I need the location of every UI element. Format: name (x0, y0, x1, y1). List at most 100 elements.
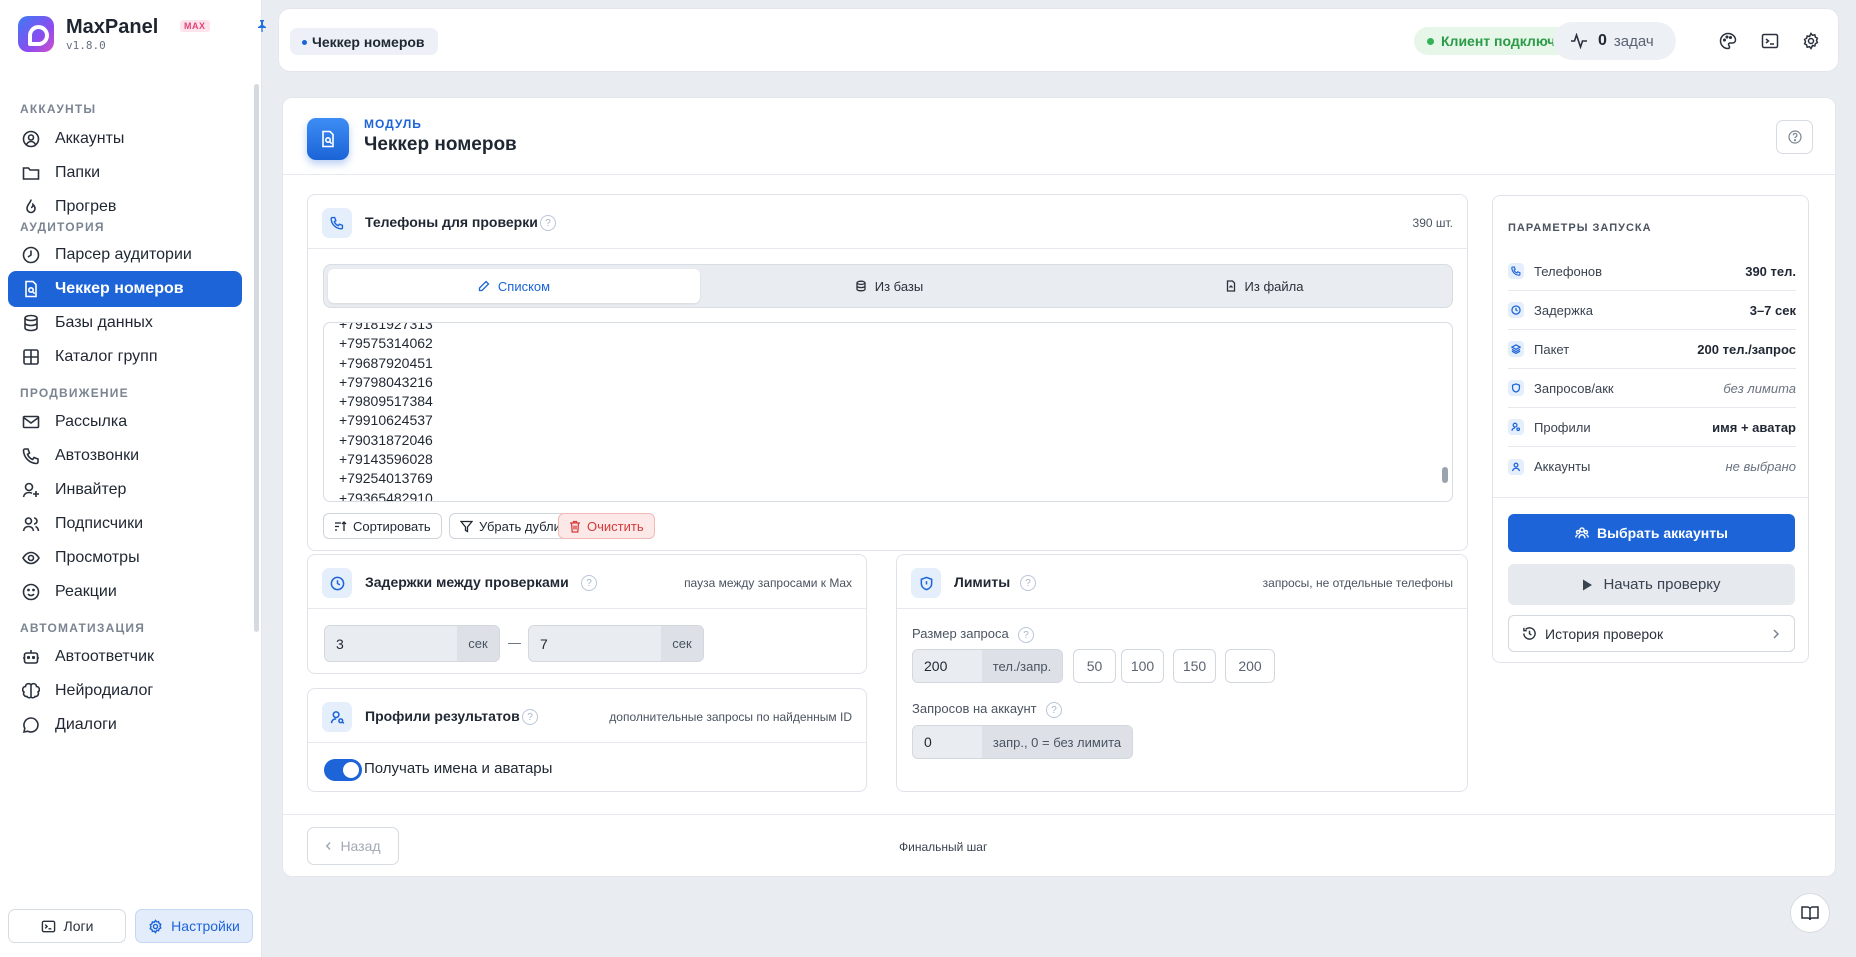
per-account-label: Запросов на аккаунт (912, 701, 1037, 716)
question-icon[interactable]: ? (522, 709, 538, 725)
tab-from-file[interactable]: Из файла (1078, 269, 1450, 303)
history-icon (22, 246, 40, 264)
database-icon (855, 280, 867, 292)
sort-button[interactable]: Сортировать (323, 513, 442, 539)
folder-icon (22, 164, 40, 182)
start-check-button[interactable]: Начать проверку (1508, 564, 1795, 605)
users-icon (22, 515, 40, 533)
question-icon[interactable]: ? (1018, 627, 1034, 643)
sidebar-item-label: Рассылка (55, 413, 128, 430)
sidebar-item-neurodialog[interactable]: Нейродиалог (8, 673, 242, 709)
check-history-button[interactable]: История проверок (1508, 615, 1795, 652)
request-size-label: Размер запроса (912, 626, 1009, 641)
nav-list[interactable]: АККАУНТЫ Аккаунты Папки Прогрев АУДИТОРИ… (0, 84, 262, 894)
sidebar-item-label: Подписчики (55, 515, 144, 532)
question-icon[interactable]: ? (1046, 702, 1062, 718)
terminal-icon[interactable] (1760, 31, 1780, 51)
chat-icon (22, 716, 40, 734)
module-label: МОДУЛЬ (364, 117, 422, 131)
select-accounts-button[interactable]: Выбрать аккаунты (1508, 514, 1795, 552)
question-icon[interactable]: ? (1020, 575, 1036, 591)
panel-title: Лимиты (954, 574, 1011, 590)
sidebar-item-folders[interactable]: Папки (8, 155, 242, 191)
preset-button[interactable]: 100 (1121, 649, 1164, 683)
sidebar-item-accounts[interactable]: Аккаунты (8, 121, 242, 157)
clock-icon (322, 568, 352, 598)
mail-send-icon (22, 413, 40, 431)
panel-title: Профили результатов (365, 708, 520, 724)
textarea-scrollbar[interactable] (1442, 467, 1448, 483)
sidebar-item-autocalls[interactable]: Автозвонки (8, 438, 242, 474)
phone-icon (22, 447, 40, 465)
phones-textarea[interactable]: +79181927313 +79575314062 +79687920451 +… (323, 322, 1453, 502)
sidebar-item-reactions[interactable]: Реакции (8, 574, 242, 610)
sidebar-item-subscribers[interactable]: Подписчики (8, 506, 242, 542)
shield-icon (911, 568, 941, 598)
activity-icon (1570, 33, 1588, 49)
profiles-panel: Профили результатов ? дополнительные зап… (307, 688, 867, 792)
module-header: МОДУЛЬ Чеккер номеров (283, 98, 1835, 175)
flame-icon (22, 198, 40, 216)
sidebar-item-groups-catalog[interactable]: Каталог групп (8, 339, 242, 375)
section-accounts: АККАУНТЫ (20, 102, 97, 116)
breadcrumb[interactable]: Чеккер номеров (290, 28, 438, 55)
sidebar-item-audience-parser[interactable]: Парсер аудитории (8, 237, 242, 273)
tab-from-database[interactable]: Из базы (703, 269, 1075, 303)
app-version: v1.8.0 (66, 39, 106, 52)
delay-max-field[interactable]: 7 сек (528, 625, 704, 662)
sidebar-scrollbar[interactable] (254, 84, 259, 632)
param-row: Пакет 200 тел./запрос (1508, 330, 1796, 369)
book-icon[interactable] (1790, 893, 1830, 933)
param-row: Запросов/акк без лимита (1508, 369, 1796, 408)
phone-line: +79181927313 (339, 322, 433, 332)
preset-button[interactable]: 50 (1073, 649, 1116, 683)
question-icon[interactable]: ? (581, 575, 597, 591)
sidebar-item-views[interactable]: Просмотры (8, 540, 242, 576)
toggle-label[interactable]: Получать имена и аватары (364, 760, 552, 777)
delay-min-field[interactable]: 3 сек (324, 625, 500, 662)
help-button[interactable] (1776, 120, 1813, 154)
gear-icon (148, 918, 163, 934)
wizard-footer: Назад Финальный шаг (283, 814, 1835, 877)
preset-button[interactable]: 200 (1225, 649, 1275, 683)
clock-icon (1508, 302, 1524, 318)
sidebar-item-dialogs[interactable]: Диалоги (8, 707, 242, 743)
smile-icon (22, 583, 40, 601)
section-audience: АУДИТОРИЯ (20, 220, 105, 234)
sidebar-item-autoresponder[interactable]: Автоответчик (8, 639, 242, 675)
per-account-field[interactable]: 0 запр., 0 = без лимита (912, 725, 1133, 759)
sidebar-item-number-checker[interactable]: Чеккер номеров (8, 271, 242, 307)
sidebar-item-label: Аккаунты (55, 130, 125, 147)
phones-count: 390 шт. (1412, 216, 1453, 230)
sidebar: MaxPanel MAX v1.8.0 АККАУНТЫ Аккаунты Па… (0, 0, 266, 957)
request-size-field[interactable]: 200 тел./запр. (912, 649, 1063, 683)
sidebar-item-label: Прогрев (55, 198, 117, 215)
phone-line: +79798043216 (339, 373, 433, 390)
pin-icon[interactable] (257, 20, 267, 35)
back-button[interactable]: Назад (307, 827, 399, 865)
settings-button[interactable]: Настройки (135, 909, 253, 943)
palette-icon[interactable] (1718, 31, 1738, 51)
tasks-button[interactable]: 0 задач (1553, 22, 1676, 60)
phone-line: +79910624537 (339, 412, 433, 429)
dedupe-button[interactable]: Убрать дубли (449, 513, 572, 539)
sidebar-item-mailing[interactable]: Рассылка (8, 404, 242, 440)
clear-button[interactable]: Очистить (558, 513, 655, 539)
play-icon (1582, 579, 1593, 591)
user-plus-icon (22, 481, 40, 499)
gear-icon[interactable] (1801, 31, 1821, 51)
sidebar-item-inviter[interactable]: Инвайтер (8, 472, 242, 508)
sidebar-item-databases[interactable]: Базы данных (8, 305, 242, 341)
profiles-toggle[interactable] (324, 759, 362, 781)
sidebar-item-label: Парсер аудитории (55, 246, 192, 263)
settings-label: Настройки (171, 918, 240, 934)
param-row: Аккаунты не выбрано (1508, 447, 1796, 486)
preset-button[interactable]: 150 (1173, 649, 1216, 683)
sidebar-item-label: Базы данных (55, 314, 153, 331)
step-indicator: Финальный шаг (899, 840, 988, 854)
app-logo[interactable]: MaxPanel MAX v1.8.0 (18, 14, 266, 58)
tab-list[interactable]: Списком (328, 269, 700, 303)
sidebar-item-label: Реакции (55, 583, 117, 600)
question-icon[interactable]: ? (540, 215, 556, 231)
logs-button[interactable]: Логи (8, 909, 126, 943)
